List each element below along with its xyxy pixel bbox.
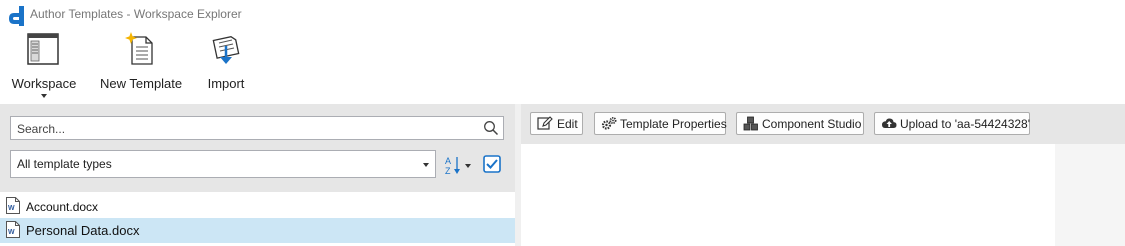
search-icon[interactable] xyxy=(483,120,499,136)
new-template-icon xyxy=(125,32,153,65)
list-item[interactable]: W Account.docx xyxy=(0,194,515,219)
template-file-list: W Account.docx W Personal Data.docx xyxy=(0,192,515,246)
edit-icon xyxy=(537,116,553,130)
workspace-label: Workspace xyxy=(11,76,77,91)
template-properties-label: Template Properties xyxy=(620,117,727,131)
cubes-icon xyxy=(743,116,758,131)
template-type-value: All template types xyxy=(17,157,112,171)
file-name: Personal Data.docx xyxy=(26,223,140,238)
detail-scroll-area xyxy=(1055,144,1125,246)
template-type-select[interactable]: All template types xyxy=(10,150,436,178)
search-box[interactable] xyxy=(10,116,504,140)
edit-label: Edit xyxy=(557,117,578,131)
component-studio-button[interactable]: Component Studio xyxy=(736,112,864,135)
workspace-icon xyxy=(27,33,59,65)
filter-toolbar: All template types A Z xyxy=(0,104,515,192)
new-template-label: New Template xyxy=(100,76,183,91)
file-name: Account.docx xyxy=(26,200,99,214)
svg-text:W: W xyxy=(8,229,15,236)
chevron-down-icon xyxy=(41,94,47,98)
ribbon: Workspace New Template Import xyxy=(0,30,1125,104)
template-browser-panel: All template types A Z W Account.docx xyxy=(0,104,515,246)
component-studio-label: Component Studio xyxy=(762,117,862,131)
select-all-checkbox[interactable] xyxy=(483,155,501,173)
workspace-button[interactable]: Workspace xyxy=(10,30,78,102)
edit-button[interactable]: Edit xyxy=(530,112,583,135)
template-actions-toolbar: Edit Template Properties Component Studi… xyxy=(521,104,1125,144)
new-template-button[interactable]: New Template xyxy=(100,30,182,102)
template-detail-panel: Edit Template Properties Component Studi… xyxy=(521,104,1125,246)
chevron-down-icon xyxy=(423,163,429,167)
word-document-icon: W xyxy=(6,197,20,214)
sort-az-button[interactable]: A Z xyxy=(443,154,473,176)
import-icon xyxy=(212,36,240,64)
import-label: Import xyxy=(207,76,245,91)
gears-icon xyxy=(601,117,617,130)
search-input[interactable] xyxy=(15,119,479,139)
upload-button[interactable]: Upload to 'aa-54424328' xyxy=(874,112,1030,135)
svg-text:A: A xyxy=(445,156,451,166)
list-item[interactable]: W Personal Data.docx xyxy=(0,218,515,243)
upload-label: Upload to 'aa-54424328' xyxy=(900,117,1031,131)
cloud-upload-icon xyxy=(882,118,897,128)
app-logo-icon xyxy=(9,6,24,26)
template-properties-button[interactable]: Template Properties xyxy=(594,112,727,135)
svg-text:W: W xyxy=(8,205,15,212)
import-button[interactable]: Import xyxy=(200,30,252,102)
svg-text:Z: Z xyxy=(445,166,451,176)
window-title: Author Templates - Workspace Explorer xyxy=(30,7,242,21)
word-document-icon: W xyxy=(6,221,20,238)
title-bar: Author Templates - Workspace Explorer xyxy=(0,0,1125,30)
